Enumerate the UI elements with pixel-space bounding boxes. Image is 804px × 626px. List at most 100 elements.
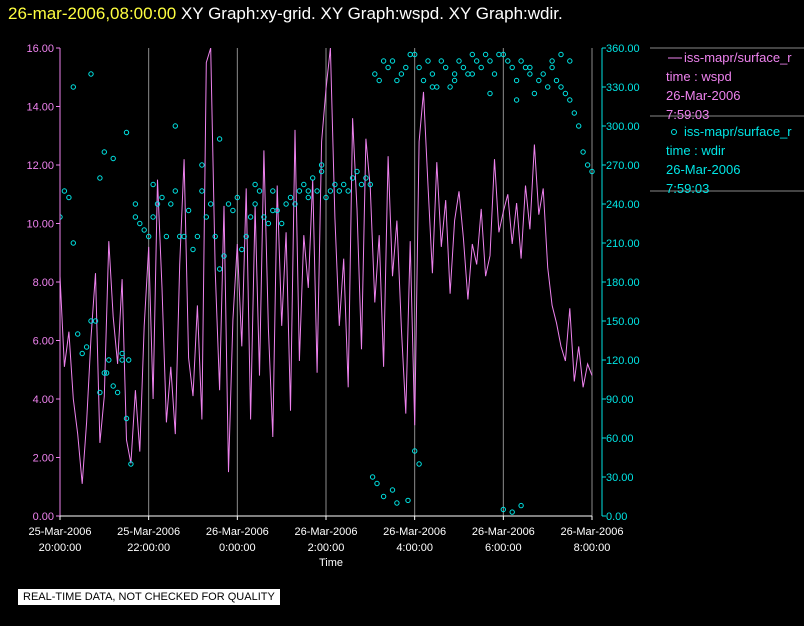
wdir-point xyxy=(119,357,125,363)
wdir-point xyxy=(549,64,555,71)
wdir-point xyxy=(314,188,320,194)
wdir-point xyxy=(101,149,108,155)
x-tick-label-time: 0:00:00 xyxy=(219,542,256,554)
wdir-point xyxy=(208,201,214,207)
xy-graph: 0.00 2.00 4.00 6.00 8.00 10.00 12.00 14.00 16.00… xyxy=(26,43,804,569)
legend-date: 26-Mar-2006 xyxy=(666,88,740,103)
legend-series-name: iss-mapr/surface_r xyxy=(684,50,792,65)
wdir-point xyxy=(380,58,387,64)
right-tick-label: 180.00 xyxy=(606,277,640,289)
wdir-point xyxy=(216,136,223,142)
wdir-point xyxy=(549,58,555,64)
wdir-point xyxy=(199,188,205,194)
x-tick-label-date: 25-Mar-2006 xyxy=(29,526,92,538)
wdir-point xyxy=(487,58,493,64)
wdir-point xyxy=(88,71,94,77)
wdir-point xyxy=(172,123,179,129)
wdir-point xyxy=(540,71,546,77)
wdir-point xyxy=(522,64,529,71)
x-tick-label-time: 20:00:00 xyxy=(39,542,82,554)
wdir-point xyxy=(114,389,121,396)
wdir-point xyxy=(163,233,170,240)
wdir-point xyxy=(137,220,143,227)
wdir-point xyxy=(270,188,276,194)
right-tick-label: 150.00 xyxy=(606,316,640,328)
wdir-point xyxy=(460,64,467,71)
wdir-point xyxy=(576,123,582,129)
x-tick-label-date: 25-Mar-2006 xyxy=(117,526,180,538)
legend-variable: time : wspd xyxy=(666,69,732,84)
wdir-point xyxy=(190,246,196,253)
wdir-point xyxy=(358,181,365,188)
x-tick-label-date: 26-Mar-2006 xyxy=(295,526,358,538)
right-tick-label: 30.00 xyxy=(606,472,634,484)
x-tick-label-date: 26-Mar-2006 xyxy=(206,526,269,538)
legend: iss-mapr/surface_rtime : wspd 26-Mar-2006… xyxy=(650,47,804,196)
wdir-point xyxy=(465,71,471,77)
wdir-point xyxy=(301,181,307,188)
right-tick-label: 210.00 xyxy=(606,238,640,250)
wdir-point xyxy=(372,71,378,77)
wdir-point xyxy=(438,58,444,64)
wdir-point xyxy=(456,58,462,64)
wdir-point xyxy=(429,84,436,90)
wdir-point xyxy=(491,71,498,77)
legend-time: 7:59:03 xyxy=(666,181,709,196)
wdir-point xyxy=(376,77,382,84)
left-tick-label: 6.00 xyxy=(33,336,54,348)
x-tick-label-time: 22:00:00 xyxy=(127,542,170,554)
wdir-point xyxy=(407,51,413,58)
wdir-point xyxy=(106,357,112,363)
wdir-point xyxy=(349,175,356,181)
wdir-point xyxy=(66,194,72,201)
left-tick-label: 8.00 xyxy=(33,277,54,289)
right-tick-label: 60.00 xyxy=(606,433,634,445)
x-tick-label-time: 8:00:00 xyxy=(574,542,611,554)
wdir-point xyxy=(429,71,436,77)
right-tick-label: 240.00 xyxy=(606,199,640,211)
wdir-point xyxy=(527,71,533,77)
wdir-point xyxy=(474,58,480,64)
legend-date: 26-Mar-2006 xyxy=(666,162,740,177)
x-tick-label-time: 6:00:00 xyxy=(485,542,522,554)
wdir-point xyxy=(141,227,147,233)
wdir-point xyxy=(345,188,351,194)
wdir-point xyxy=(363,175,369,181)
left-tick-label: 0.00 xyxy=(33,511,54,523)
wdir-point xyxy=(252,201,258,207)
legend-circle-marker xyxy=(671,129,677,135)
wdir-point xyxy=(451,71,458,77)
wdir-point xyxy=(567,97,573,103)
right-tick-label: 0.00 xyxy=(606,511,627,523)
wdir-point xyxy=(447,84,453,90)
right-tick-label: 90.00 xyxy=(606,394,634,406)
wdir-point xyxy=(434,84,440,90)
left-tick-label: 16.00 xyxy=(26,43,54,55)
wdir-point xyxy=(61,188,68,194)
wdir-point xyxy=(132,201,139,207)
wdir-point xyxy=(558,84,564,90)
legend-variable: time : wdir xyxy=(666,143,726,158)
wdir-point xyxy=(405,497,411,504)
wdir-point xyxy=(336,188,342,194)
left-tick-label: 14.00 xyxy=(26,102,54,114)
wdir-point xyxy=(389,58,396,64)
wdir-point xyxy=(505,58,511,64)
wdir-point xyxy=(305,194,311,201)
wdir-point xyxy=(469,51,475,58)
wdir-point xyxy=(341,181,347,188)
wdir-point xyxy=(398,71,405,77)
wdir-point xyxy=(279,220,285,227)
wdir-point xyxy=(416,64,422,71)
x-tick-label-time: 2:00:00 xyxy=(308,542,345,554)
x-tick-label-time: 4:00:00 xyxy=(396,542,433,554)
wdir-point xyxy=(150,214,156,220)
wdir-point xyxy=(496,51,502,58)
wdir-point xyxy=(571,110,577,116)
wdir-point xyxy=(126,357,132,363)
wdir-point xyxy=(389,487,396,493)
wdir-point xyxy=(403,64,409,71)
wdir-point xyxy=(584,162,591,168)
wdir-point xyxy=(168,201,174,207)
wdir-point xyxy=(478,64,484,71)
